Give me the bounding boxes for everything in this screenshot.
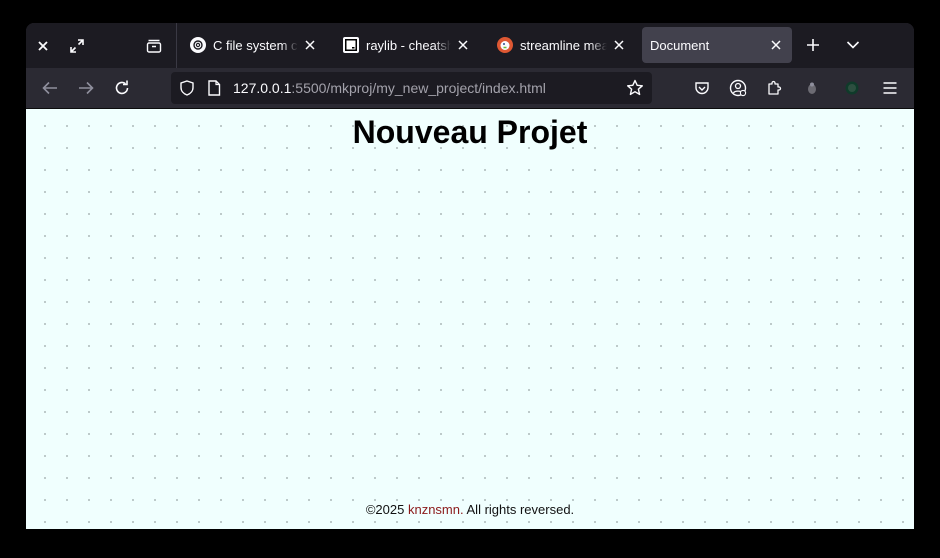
shield-icon[interactable] — [179, 80, 195, 96]
tab-c-file-system[interactable]: C file system con — [178, 27, 326, 63]
browser-window: C file system con raylib - cheatshe stre… — [26, 23, 914, 529]
close-window-icon[interactable] — [26, 23, 60, 68]
tab-close-icon[interactable] — [766, 35, 786, 55]
tab-title: raylib - cheatshe — [366, 37, 451, 53]
chevron-down-icon — [846, 41, 860, 49]
forward-button[interactable] — [72, 74, 100, 102]
url-bar[interactable]: 127.0.0.1:5500/mkproj/my_new_project/ind… — [171, 72, 652, 104]
copyright-symbol: © — [365, 502, 376, 517]
copyright-year: 2025 — [375, 502, 405, 517]
list-all-tabs-button[interactable] — [839, 31, 867, 59]
fullscreen-icon[interactable] — [60, 23, 94, 68]
brand-link[interactable]: knznsmn. — [408, 502, 464, 517]
extension-gray-icon — [808, 82, 816, 94]
tab-strip: C file system con raylib - cheatshe stre… — [26, 23, 914, 68]
duckduckgo-favicon-icon — [497, 37, 513, 53]
raylib-favicon-icon — [343, 37, 359, 53]
tab-close-icon[interactable] — [609, 35, 629, 55]
account-button[interactable] — [724, 74, 752, 102]
navigation-toolbar: 127.0.0.1:5500/mkproj/my_new_project/ind… — [26, 68, 914, 109]
reload-button[interactable] — [108, 74, 136, 102]
tab-close-icon[interactable] — [300, 35, 320, 55]
tab-separator — [176, 23, 177, 68]
extension-green-icon — [845, 81, 859, 95]
pocket-button[interactable] — [688, 74, 716, 102]
hamburger-menu-icon — [883, 82, 897, 94]
page-footer: ©2025 knznsmn. All rights reversed. — [26, 502, 914, 517]
url-text[interactable]: 127.0.0.1:5500/mkproj/my_new_project/ind… — [233, 72, 546, 104]
back-button[interactable] — [36, 74, 64, 102]
url-host: 127.0.0.1 — [233, 80, 292, 96]
extensions-button[interactable] — [760, 74, 788, 102]
tab-title: C file system con — [213, 37, 298, 53]
extension-green-button[interactable] — [838, 74, 866, 102]
tab-title: Document — [650, 37, 710, 53]
account-icon — [729, 79, 747, 97]
tab-close-icon[interactable] — [453, 35, 473, 55]
pocket-icon — [695, 82, 709, 95]
back-arrow-icon — [42, 81, 57, 95]
extension-gray-button[interactable] — [798, 74, 826, 102]
bookmark-star-icon[interactable] — [626, 79, 644, 97]
firefox-view-icon[interactable] — [137, 23, 171, 68]
tab-raylib[interactable]: raylib - cheatshe — [331, 27, 479, 63]
new-tab-button[interactable] — [799, 31, 827, 59]
page-info-icon[interactable] — [207, 80, 221, 96]
rights-text: All rights reversed. — [466, 502, 575, 517]
plus-icon — [807, 39, 819, 51]
page-title: Nouveau Projet — [352, 114, 588, 150]
openai-favicon-icon — [190, 37, 206, 53]
forward-arrow-icon — [79, 81, 94, 95]
tab-streamline[interactable]: streamline meani — [485, 27, 635, 63]
tab-title: streamline meani — [520, 37, 607, 53]
app-menu-button[interactable] — [876, 74, 904, 102]
page-content: Nouveau Projet ©2025 knznsmn. All rights… — [26, 109, 914, 529]
url-path: :5500/mkproj/my_new_project/index.html — [291, 80, 546, 96]
puzzle-icon — [768, 80, 782, 95]
reload-icon — [115, 80, 129, 95]
tab-document[interactable]: Document — [642, 27, 792, 63]
